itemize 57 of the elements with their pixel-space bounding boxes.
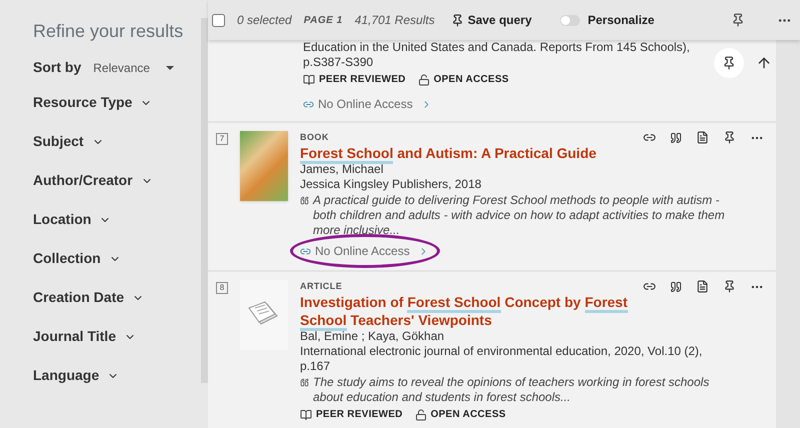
access-label: OPEN ACCESS [434,73,509,87]
facet-toggle[interactable]: Collection [33,249,201,268]
facet-toggle[interactable]: Language [33,366,201,385]
results-count: 41,701 Results [354,12,435,29]
sort-label: Sort by [33,58,82,77]
resource-type-label: ARTICLE [300,280,344,292]
pin-button[interactable] [714,48,744,78]
document-icon[interactable] [696,280,709,293]
facet-toggle[interactable]: Subject [33,132,201,151]
result-detail-text: International electronic journal of environmental education, 2020, Vol.10 (2), p.167 [300,344,704,374]
document-icon[interactable] [696,131,709,144]
abstract-text: A practical guide to delivering Forest School methods to people with autism - both children and adults - with advice on how to adapt activities to make them more inclusive... [313,193,726,238]
scroll-up-icon[interactable] [756,55,772,71]
open-quote-icon [300,196,309,205]
book-cover-image [240,130,288,200]
quote-icon[interactable] [670,132,682,144]
pin-icon[interactable] [723,280,736,293]
facet-toggle[interactable]: Journal Title [33,327,201,346]
save-query-button[interactable]: Save query [450,11,532,29]
personalize-toggle[interactable] [560,14,580,26]
result-number: 8 [216,282,228,294]
pin-icon [722,56,736,70]
result-detail-text: p.S387-S390 [303,55,374,70]
result-detail-text: Bal, Emine ; Kaya, Gökhan [300,329,446,344]
access-label: PEER REVIEWED [319,73,406,87]
resource-type-label: BOOK [300,130,330,144]
sidebar-title: Refine your results [33,20,184,43]
facet-toggle[interactable]: Resource Type [33,93,201,112]
book-eye-icon [303,74,315,86]
result-title-link[interactable]: Forest School and Autism: A Practical Guide [300,144,630,162]
page-label: PAGE 1 [304,14,343,28]
open-lock-icon [414,408,427,420]
result-detail-text: James, Michael [300,162,384,177]
access-label: PEER REVIEWED [316,408,403,422]
quote-icon[interactable] [670,280,682,292]
access-label: OPEN ACCESS [430,408,506,422]
facet-toggle[interactable]: Author/Creator [33,171,201,190]
book-eye-icon [300,408,312,420]
pin-icon[interactable] [723,131,736,144]
no-online-access-link[interactable]: No Online Access [300,242,429,260]
result-detail-text: Education in the United States and Canada. Reports From 145 Schools), [303,40,690,55]
result-title-link[interactable]: Investigation of Forest School Concept by Forest School Teachers' Viewpoints [300,293,630,329]
facet-toggle[interactable]: Location [33,210,201,229]
sort-dropdown[interactable]: Relevance [93,58,174,76]
open-quote-icon [300,378,309,387]
no-online-access-link[interactable]: No Online Access [303,95,432,113]
facet-toggle[interactable]: Creation Date [33,288,201,307]
result-number: 7 [216,132,228,144]
select-all-checkbox[interactable] [212,14,225,26]
open-lock-icon [418,74,430,86]
pin-icon [450,14,464,26]
abstract-text: The study aims to reveal the opinions of teachers working in forest schools about education and students in forest schools... [313,375,710,405]
pin-icon[interactable] [731,13,745,27]
caret-icon [166,66,174,70]
personalize-label: Personalize [588,12,654,29]
result-detail-text: Jessica Kingsley Publishers, 2018 [300,177,482,192]
selected-count: 0 selected [237,12,292,29]
